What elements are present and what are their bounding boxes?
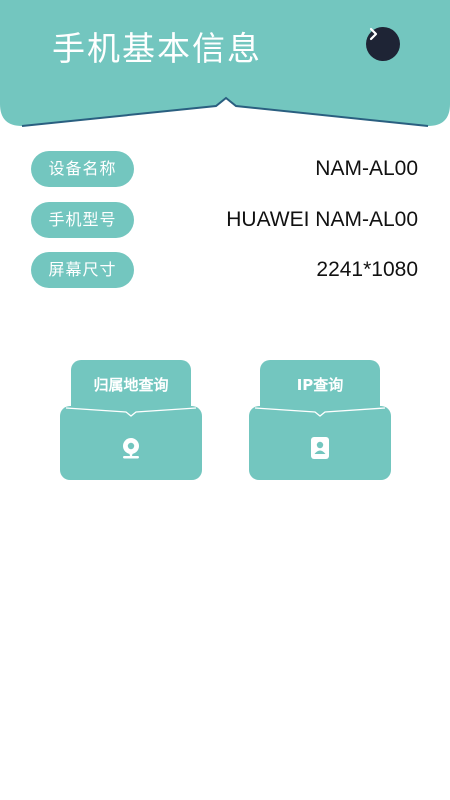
page-title: 手机基本信息	[52, 29, 262, 68]
card-fold-line	[65, 407, 197, 417]
location-query-card-body	[60, 406, 202, 480]
device-name-label: 设备名称	[31, 151, 134, 187]
info-row-phone-model: 手机型号 HUAWEI NAM-AL00	[0, 202, 450, 238]
phone-model-value: HUAWEI NAM-AL00	[226, 208, 418, 231]
phone-contact-icon	[311, 437, 329, 459]
screen-size-value: 2241*1080	[316, 258, 418, 281]
chevron-right-icon	[369, 27, 378, 41]
info-row-screen-size: 屏幕尺寸 2241*1080	[0, 252, 450, 288]
location-icon	[123, 438, 139, 459]
header-banner: 手机基本信息	[0, 0, 450, 130]
ip-query-card-body	[249, 406, 391, 480]
next-button[interactable]	[366, 27, 400, 61]
info-row-device-name: 设备名称 NAM-AL00	[0, 151, 450, 187]
phone-model-label: 手机型号	[31, 202, 134, 238]
device-name-value: NAM-AL00	[315, 157, 418, 180]
card-fold-line	[254, 407, 386, 417]
location-query-card[interactable]: 归属地查询	[60, 360, 202, 480]
screen-size-label: 屏幕尺寸	[31, 252, 134, 288]
ip-query-card[interactable]: IP查询	[249, 360, 391, 480]
